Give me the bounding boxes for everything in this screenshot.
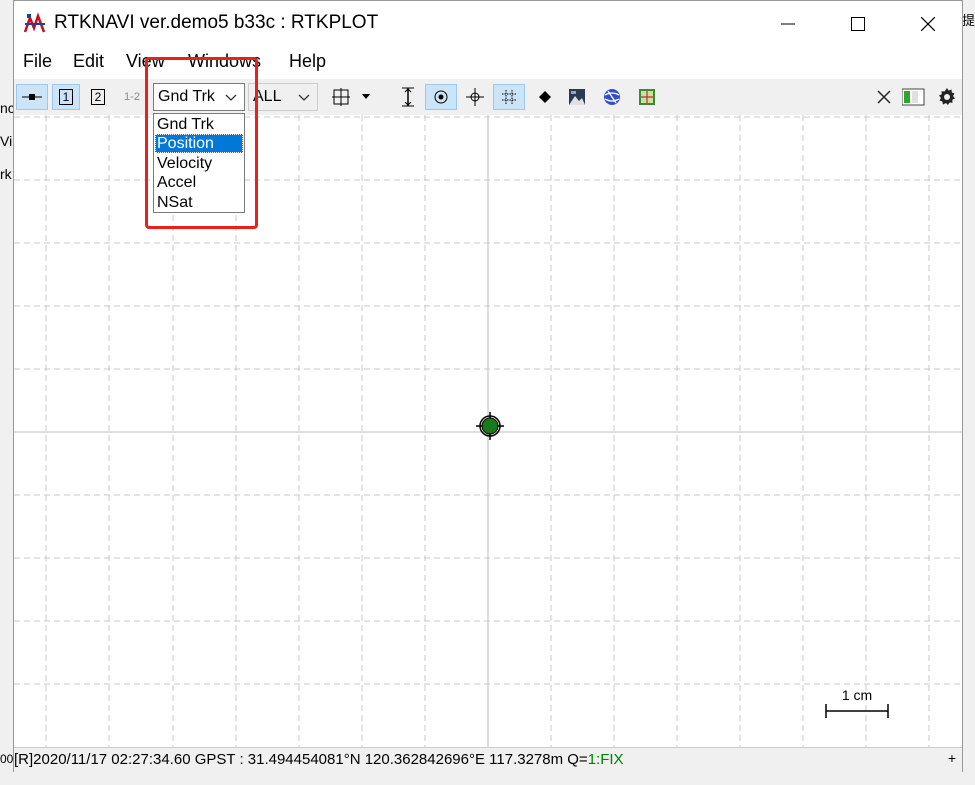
dropdown-option-velocity[interactable]: Velocity (155, 154, 243, 173)
plot-type-value: Gnd Trk (158, 88, 215, 105)
plot-type-dropdown-list: Gnd Trk Position Velocity Accel NSat (153, 113, 245, 213)
maximize-icon (851, 17, 865, 31)
caret-down-icon (362, 94, 370, 99)
show-points-button[interactable] (531, 84, 559, 110)
show-gis-button[interactable] (633, 84, 661, 110)
dropdown-option-gnd-trk[interactable]: Gnd Trk (155, 115, 243, 134)
signal-bars-icon (902, 88, 925, 106)
satellite-filter-select[interactable]: ALL (248, 83, 318, 111)
status-quality: 1:FIX (587, 751, 624, 768)
stream-1-button[interactable]: 1 (52, 84, 80, 110)
menu-help[interactable]: Help (289, 51, 326, 72)
close-icon (877, 90, 891, 104)
show-map-button[interactable] (598, 84, 626, 110)
plot-type-select[interactable]: Gnd Trk (153, 83, 245, 111)
position-marker (476, 412, 504, 440)
map-icon (639, 89, 655, 105)
gear-icon (939, 88, 955, 105)
menu-edit[interactable]: Edit (73, 51, 104, 72)
globe-icon (604, 89, 620, 105)
chevron-down-icon (225, 94, 237, 101)
scale-bar-label: 1 cm (842, 687, 872, 703)
toolbar: 1 2 1-2 Gnd Trk ALL (14, 79, 962, 115)
base-position-button[interactable] (327, 84, 355, 110)
show-grid-button[interactable] (493, 84, 525, 110)
bg-fragment: rk (0, 166, 12, 182)
status-position: [R]2020/11/17 02:27:34.60 GPST : 31.4944… (14, 751, 588, 768)
grid-icon (502, 90, 516, 104)
satellite-filter-value: ALL (253, 88, 282, 105)
status-indicator (900, 84, 928, 110)
target-icon (434, 90, 448, 104)
menu-file[interactable]: File (23, 51, 52, 72)
fit-range-button[interactable] (461, 84, 489, 110)
minimize-button[interactable] (754, 1, 822, 47)
rtkplot-window: RTKNAVI ver.demo5 b33c : RTKPLOT File Ed… (13, 0, 963, 772)
settings-button[interactable] (934, 84, 960, 110)
dropdown-option-nsat[interactable]: NSat (155, 193, 243, 212)
app-icon (23, 12, 46, 35)
clear-button[interactable] (872, 84, 896, 110)
minimize-icon (781, 23, 795, 25)
show-image-button[interactable] (563, 84, 591, 110)
stream-1-label: 1 (58, 89, 74, 105)
fit-vertical-icon (402, 87, 414, 107)
dropdown-option-position[interactable]: Position (155, 134, 243, 153)
maximize-button[interactable] (824, 1, 892, 47)
stream-12-label: 1-2 (124, 91, 140, 103)
crosshair-box-icon (332, 88, 350, 106)
menu-windows[interactable]: Windows (188, 51, 261, 72)
crosshair-icon (466, 88, 484, 106)
connect-toggle-button[interactable] (16, 84, 48, 110)
window-title: RTKNAVI ver.demo5 b33c : RTKPLOT (54, 12, 379, 33)
scale-bar: 1 cm (825, 687, 889, 718)
bg-fragment: Vi (0, 133, 13, 149)
stream-2-label: 2 (90, 89, 106, 105)
chevron-down-icon (298, 94, 310, 101)
base-position-dropdown[interactable] (358, 84, 374, 110)
stream-2-button[interactable]: 2 (84, 84, 112, 110)
title-bar[interactable]: RTKNAVI ver.demo5 b33c : RTKPLOT (14, 1, 962, 47)
background-window-right: 提 (961, 0, 975, 785)
diamond-icon (539, 91, 551, 103)
bg-fragment: 00 (0, 752, 14, 766)
menu-view[interactable]: View (126, 51, 165, 72)
center-origin-button[interactable] (425, 84, 457, 110)
status-text: [R]2020/11/17 02:27:34.60 GPST : 31.4944… (14, 751, 624, 768)
image-icon (569, 89, 585, 105)
stream-12-button[interactable]: 1-2 (118, 84, 146, 110)
dropdown-option-accel[interactable]: Accel (155, 173, 243, 192)
menu-bar: File Edit View Windows Help (14, 47, 962, 77)
status-plus: + (947, 750, 956, 766)
connect-icon (22, 94, 42, 100)
close-button[interactable] (894, 1, 962, 47)
fit-vertical-button[interactable] (394, 84, 422, 110)
bg-fragment: 提 (962, 13, 975, 28)
close-icon (921, 17, 935, 31)
status-bar: [R]2020/11/17 02:27:34.60 GPST : 31.4944… (14, 747, 962, 772)
background-window-left: nc Vi rk 00 (0, 0, 15, 785)
